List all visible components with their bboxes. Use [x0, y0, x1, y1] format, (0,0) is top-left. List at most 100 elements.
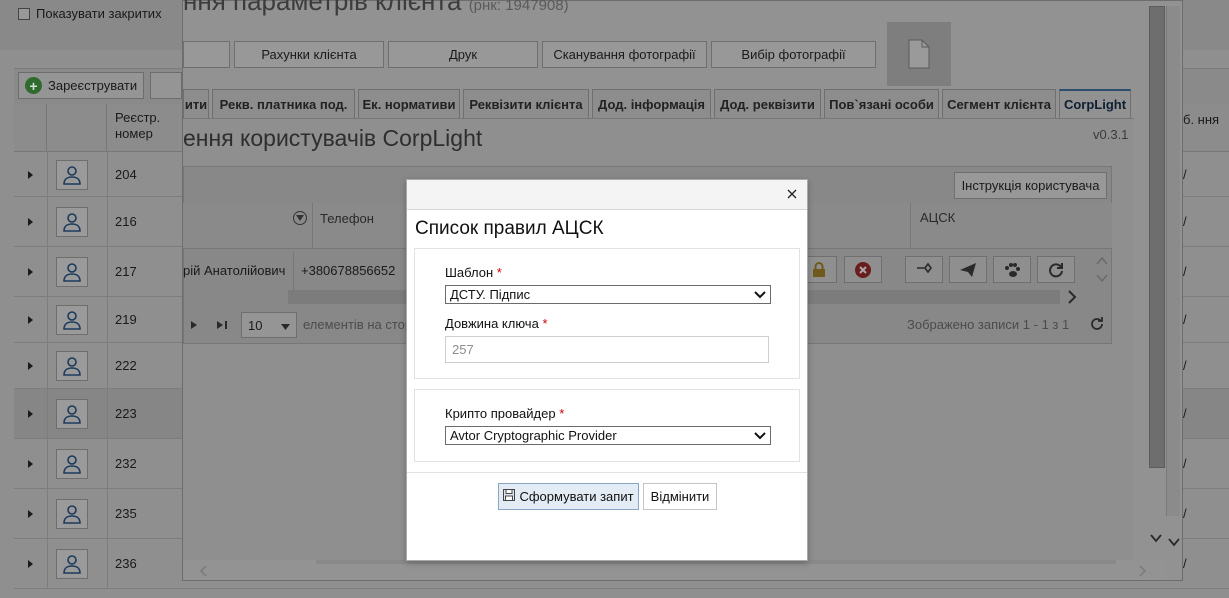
filter-icon[interactable] [293, 211, 307, 225]
delete-button[interactable] [844, 256, 882, 283]
user-avatar-icon[interactable] [56, 159, 88, 190]
row-right-fragment: / [1183, 166, 1187, 182]
scroll-down-icon-2[interactable] [1168, 535, 1180, 550]
required-mark: * [559, 406, 565, 421]
print-button[interactable]: Друк [388, 41, 538, 68]
expand-row-icon[interactable] [28, 316, 33, 324]
tab-corplight[interactable]: CorpLight [1059, 89, 1131, 118]
scroll-left-icon[interactable] [199, 565, 207, 580]
chevron-down-icon [754, 287, 766, 302]
show-closed-checkbox[interactable]: Показувати закритих [18, 6, 162, 21]
user-avatar-icon[interactable] [56, 305, 88, 335]
expand-row-icon[interactable] [28, 510, 33, 518]
document-icon[interactable] [887, 22, 951, 86]
pager-next-icon[interactable] [190, 318, 198, 333]
page-size-value: 10 [248, 317, 263, 333]
tab-partial[interactable]: ити [183, 89, 209, 118]
key-length-label: Довжина ключа * [445, 316, 548, 331]
expand-row-icon[interactable] [28, 362, 33, 370]
row-right-fragment: / [1183, 214, 1187, 229]
expand-row-icon[interactable] [28, 268, 33, 276]
refresh-row-button[interactable] [1037, 256, 1075, 283]
expand-row-icon[interactable] [28, 460, 33, 468]
user-avatar-icon[interactable] [56, 257, 88, 287]
refresh-icon[interactable] [1090, 317, 1104, 334]
show-closed-label: Показувати закритих [36, 6, 162, 21]
expand-row-icon[interactable] [28, 410, 33, 418]
tab-client-segment[interactable]: Сегмент клієнта [942, 89, 1056, 118]
row-right-fragment: / [1183, 506, 1187, 521]
choose-photo-button[interactable]: Вибір фотографії [711, 41, 876, 68]
pager-last-icon[interactable] [216, 318, 228, 333]
dialog-header [407, 180, 807, 210]
expand-row-icon[interactable] [28, 218, 33, 226]
window-title-sub: (рнк: 1947908) [468, 0, 569, 14]
template-select[interactable]: ДСТУ. Підпис [445, 285, 771, 304]
template-select-value: ДСТУ. Підпис [450, 287, 531, 302]
expand-row-icon[interactable] [28, 170, 33, 179]
template-label: Шаблон * [445, 265, 502, 280]
user-add-button[interactable] [150, 72, 182, 99]
generate-request-button[interactable]: Сформувати запит [498, 483, 639, 510]
column-phone: Телефон [320, 211, 374, 226]
row-right-fragment: / [1183, 406, 1187, 421]
required-mark: * [496, 265, 502, 280]
tab-payer-details[interactable]: Рекв. платника под. [212, 89, 355, 118]
scroll-right-icon[interactable] [1139, 565, 1147, 580]
dialog-divider [407, 472, 807, 473]
tab-client-details[interactable]: Реквізити клієнта [463, 89, 589, 118]
hidden-left-button[interactable] [183, 41, 230, 68]
column-acsk: АЦСК [920, 210, 956, 225]
pager-elements-text: елементів на стор [303, 317, 413, 332]
scan-photo-button[interactable]: Сканування фотографії [542, 41, 707, 68]
key-button[interactable] [905, 256, 943, 283]
reg-number-cell: 222 [115, 358, 137, 373]
generate-request-label: Сформувати запит [519, 489, 634, 504]
chevron-down-icon [281, 318, 290, 333]
crypto-provider-value: Avtor Cryptographic Provider [450, 428, 617, 443]
scroll-down-icon[interactable] [1150, 531, 1162, 546]
row-right-fragment: / [1183, 358, 1187, 373]
tab-additional-info[interactable]: Дод. інформація [592, 89, 711, 118]
window-title: ння параметрів клієнта (рнк: 1947908) [183, 0, 569, 17]
register-button-label: Зареєструвати [48, 78, 138, 93]
user-avatar-icon[interactable] [56, 549, 88, 579]
grid-scroll-down-icon[interactable] [1096, 271, 1108, 286]
save-icon [503, 489, 516, 504]
required-mark: * [542, 316, 548, 331]
send-button[interactable] [949, 256, 987, 283]
user-avatar-icon[interactable] [56, 399, 88, 429]
crypto-provider-select[interactable]: Avtor Cryptographic Provider [445, 426, 771, 445]
row-right-fragment: / [1183, 312, 1187, 327]
close-icon[interactable] [783, 185, 801, 203]
user-avatar-icon[interactable] [56, 351, 88, 381]
cancel-button[interactable]: Відмінити [643, 483, 717, 510]
user-instruction-button[interactable]: Інструкція користувача [954, 172, 1107, 199]
tab-related-persons[interactable]: Пов`язані особи [824, 89, 939, 118]
tab-additional-details[interactable]: Дод. реквізити [714, 89, 821, 118]
window-title-text: ння параметрів клієнта [183, 0, 462, 16]
expand-row-icon[interactable] [28, 560, 33, 568]
tab-economic-norms[interactable]: Ек. нормативи [358, 89, 460, 118]
row-right-fragment: / [1183, 264, 1187, 279]
checkbox-box[interactable] [18, 7, 30, 20]
right-header-fragment: б. ння [1183, 112, 1220, 127]
grid-scroll-up-icon[interactable] [1096, 254, 1108, 269]
crypto-provider-label: Крипто провайдер * [445, 406, 565, 421]
user-avatar-icon[interactable] [56, 449, 88, 479]
user-avatar-icon[interactable] [56, 207, 88, 237]
reg-number-header: Реєстр. номер [115, 110, 161, 141]
reg-number-cell: 204 [115, 166, 137, 182]
panel-title: ення користувачів CorpLight [183, 125, 483, 151]
paw-button[interactable] [993, 256, 1031, 283]
user-avatar-icon[interactable] [56, 499, 88, 529]
grid-scroll-right-icon[interactable] [1067, 290, 1077, 307]
row-right-fragment: / [1183, 556, 1187, 571]
reg-number-cell: 236 [115, 556, 137, 571]
page-size-select[interactable]: 10 [241, 312, 297, 338]
register-button[interactable]: + Зареєструвати [18, 72, 144, 99]
client-accounts-button[interactable]: Рахунки клієнта [234, 41, 384, 68]
key-length-input[interactable]: 257 [445, 336, 769, 363]
window-vertical-scrollbar[interactable] [1149, 6, 1165, 468]
reg-number-cell: 219 [115, 312, 137, 327]
